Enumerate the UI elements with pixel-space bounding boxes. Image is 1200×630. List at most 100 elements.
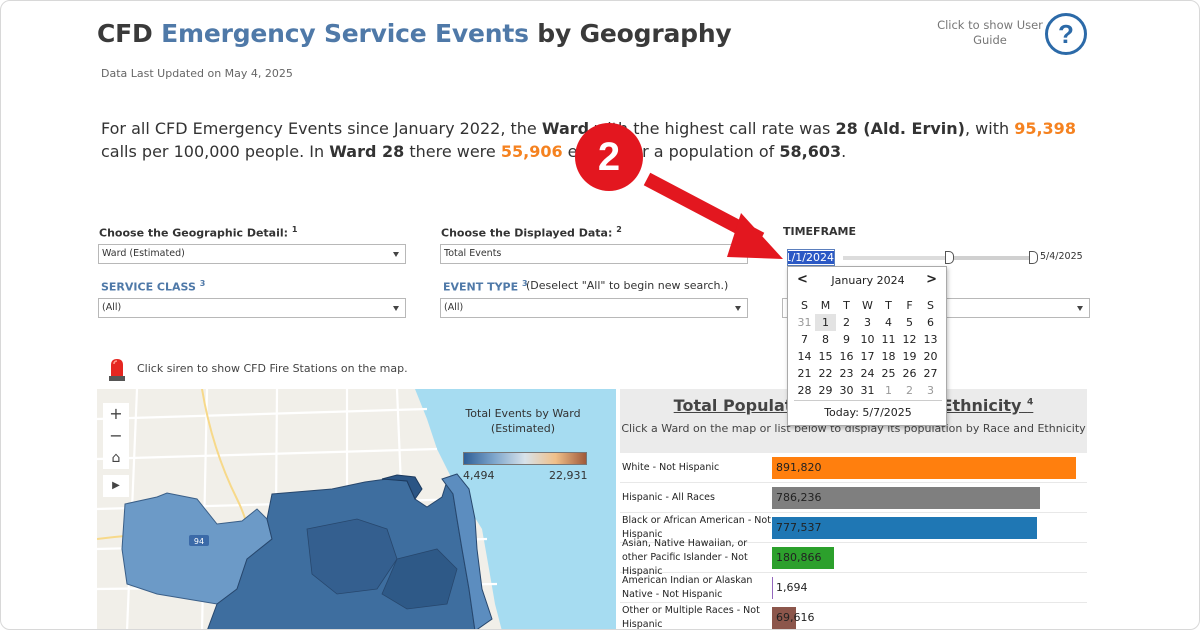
chevron-down-icon [735,306,741,311]
calendar-day[interactable]: 20 [920,348,941,365]
calendar-day[interactable]: 16 [836,348,857,365]
chevron-right-icon[interactable]: > [926,272,937,287]
user-guide-link[interactable]: Click to show User Guide [931,18,1049,48]
calendar-day[interactable]: 12 [899,331,920,348]
population-row-value: 69,616 [776,611,815,624]
title-suffix: by Geography [528,19,732,48]
interstate-badge-label: 94 [194,537,204,546]
population-row-label: Other or Multiple Races - Not Hispanic [622,605,760,630]
end-date-text: 5/4/2025 [1040,251,1083,262]
calendar-day[interactable]: 22 [815,365,836,382]
data-updated-text: Data Last Updated on May 4, 2025 [101,67,293,80]
calendar-day[interactable]: 8 [815,331,836,348]
calendar-day[interactable]: 4 [878,314,899,331]
population-row-label: White - Not Hispanic [622,462,720,473]
end-slider-handle[interactable] [1029,251,1038,264]
calendar-day[interactable]: 30 [836,382,857,399]
calendar-day[interactable]: 3 [857,314,878,331]
calendar-weekday: F [906,299,913,312]
calendar-month-title: January 2024 [831,274,905,287]
calendar-day[interactable]: 2 [836,314,857,331]
population-row[interactable]: White - Not Hispanic 891,820 [620,453,1087,483]
calendar-weekday: T [843,299,850,312]
population-bar[interactable] [772,577,773,599]
calendar-day[interactable]: 11 [878,331,899,348]
population-row-label: Hispanic - All Races [622,492,715,503]
calendar-day[interactable]: 17 [857,348,878,365]
event-type-select[interactable]: (All) [440,298,748,318]
service-class-label: SERVICE CLASS 3 [101,279,206,294]
chevron-down-icon [393,306,399,311]
geo-detail-select[interactable]: Ward (Estimated) [98,244,406,264]
population-row-value: 891,820 [776,461,822,474]
calendar-weekday: S [801,299,808,312]
step-number-badge: 2 [575,123,643,191]
calendar-day[interactable]: 15 [815,348,836,365]
help-question-icon[interactable]: ? [1045,13,1087,55]
population-row[interactable]: American Indian or Alaskan Native - Not … [620,573,1087,603]
calendar-day[interactable]: 7 [794,331,815,348]
calendar-day[interactable]: 5 [899,314,920,331]
legend-min-value: 4,494 [463,469,495,482]
start-slider-handle[interactable] [945,251,954,264]
population-row[interactable]: Asian, Native Hawaiian, or other Pacific… [620,538,1087,577]
page-frame: CFD Emergency Service Events by Geograph… [0,0,1200,630]
legend-title: Total Events by Ward (Estimated) [465,407,581,435]
siren-icon[interactable] [107,356,127,382]
title-highlight: Emergency Service Events [161,19,529,48]
calendar-day[interactable]: 31 [857,382,878,399]
population-row-label: American Indian or Alaskan Native - Not … [622,575,753,600]
calendar-day[interactable]: 24 [857,365,878,382]
geo-detail-label: Choose the Geographic Detail: 1 [99,225,298,240]
zoom-in-button[interactable]: + [103,403,129,425]
calendar-grid: S M T W T F S 31 1 2 3 4 5 6 7 8 9 10 11 12 13 14 15 16 17 18 19 20… [794,297,942,399]
calendar-day[interactable]: 14 [794,348,815,365]
annotation-arrow-icon [643,172,783,259]
calendar-day[interactable]: 28 [794,382,815,399]
calendar-day[interactable]: 18 [878,348,899,365]
event-type-label: EVENT TYPE 3 [443,279,528,294]
calendar-day[interactable]: 1 [878,382,899,399]
calendar-day[interactable]: 1 [815,314,836,331]
legend-color-ramp [463,452,587,465]
calendar-day[interactable]: 29 [815,382,836,399]
date-picker-popup[interactable]: < January 2024 > S M T W T F S 31 1 2 3 4 5 6 7 8 9 10 11 1… [787,266,947,426]
legend-max-value: 22,931 [549,469,588,482]
population-row-value: 786,236 [776,491,822,504]
calendar-weekday: S [927,299,934,312]
event-type-note: (Deselect "All" to begin new search.) [526,279,729,292]
timeframe-slider-range [843,256,949,260]
population-row-label: Asian, Native Hawaiian, or other Pacific… [622,538,748,577]
population-row[interactable]: Other or Multiple Races - Not Hispanic 69… [620,603,1087,630]
calendar-today-button[interactable]: Today: 5/7/2025 [788,406,948,419]
title-prefix: CFD [97,19,162,48]
calendar-day[interactable]: 21 [794,365,815,382]
home-icon[interactable]: ⌂ [103,447,129,469]
calendar-divider [794,400,942,401]
play-icon[interactable]: ▶ [103,475,129,497]
population-row-value: 777,537 [776,521,822,534]
calendar-day[interactable]: 31 [794,314,815,331]
calendar-day[interactable]: 26 [899,365,920,382]
calendar-day[interactable]: 13 [920,331,941,348]
zoom-out-button[interactable]: − [103,425,129,447]
population-row[interactable]: Hispanic - All Races 786,236 [620,483,1087,513]
calendar-day[interactable]: 9 [836,331,857,348]
calendar-day[interactable]: 25 [878,365,899,382]
calendar-day[interactable]: 23 [836,365,857,382]
calendar-day[interactable]: 3 [920,382,941,399]
chevron-down-icon [393,252,399,257]
calendar-weekday: W [862,299,873,312]
calendar-weekday: T [885,299,892,312]
calendar-weekday: M [820,299,831,312]
calendar-day[interactable]: 19 [899,348,920,365]
service-class-select[interactable]: (All) [98,298,406,318]
calendar-day[interactable]: 10 [857,331,878,348]
calendar-day[interactable]: 6 [920,314,941,331]
siren-instruction: Click siren to show CFD Fire Stations on… [137,362,408,375]
calendar-day[interactable]: 2 [899,382,920,399]
chevron-down-icon [1077,306,1083,311]
calendar-day[interactable]: 27 [920,365,941,382]
page-title: CFD Emergency Service Events by Geograph… [97,19,732,48]
population-row-value: 180,866 [776,551,822,564]
